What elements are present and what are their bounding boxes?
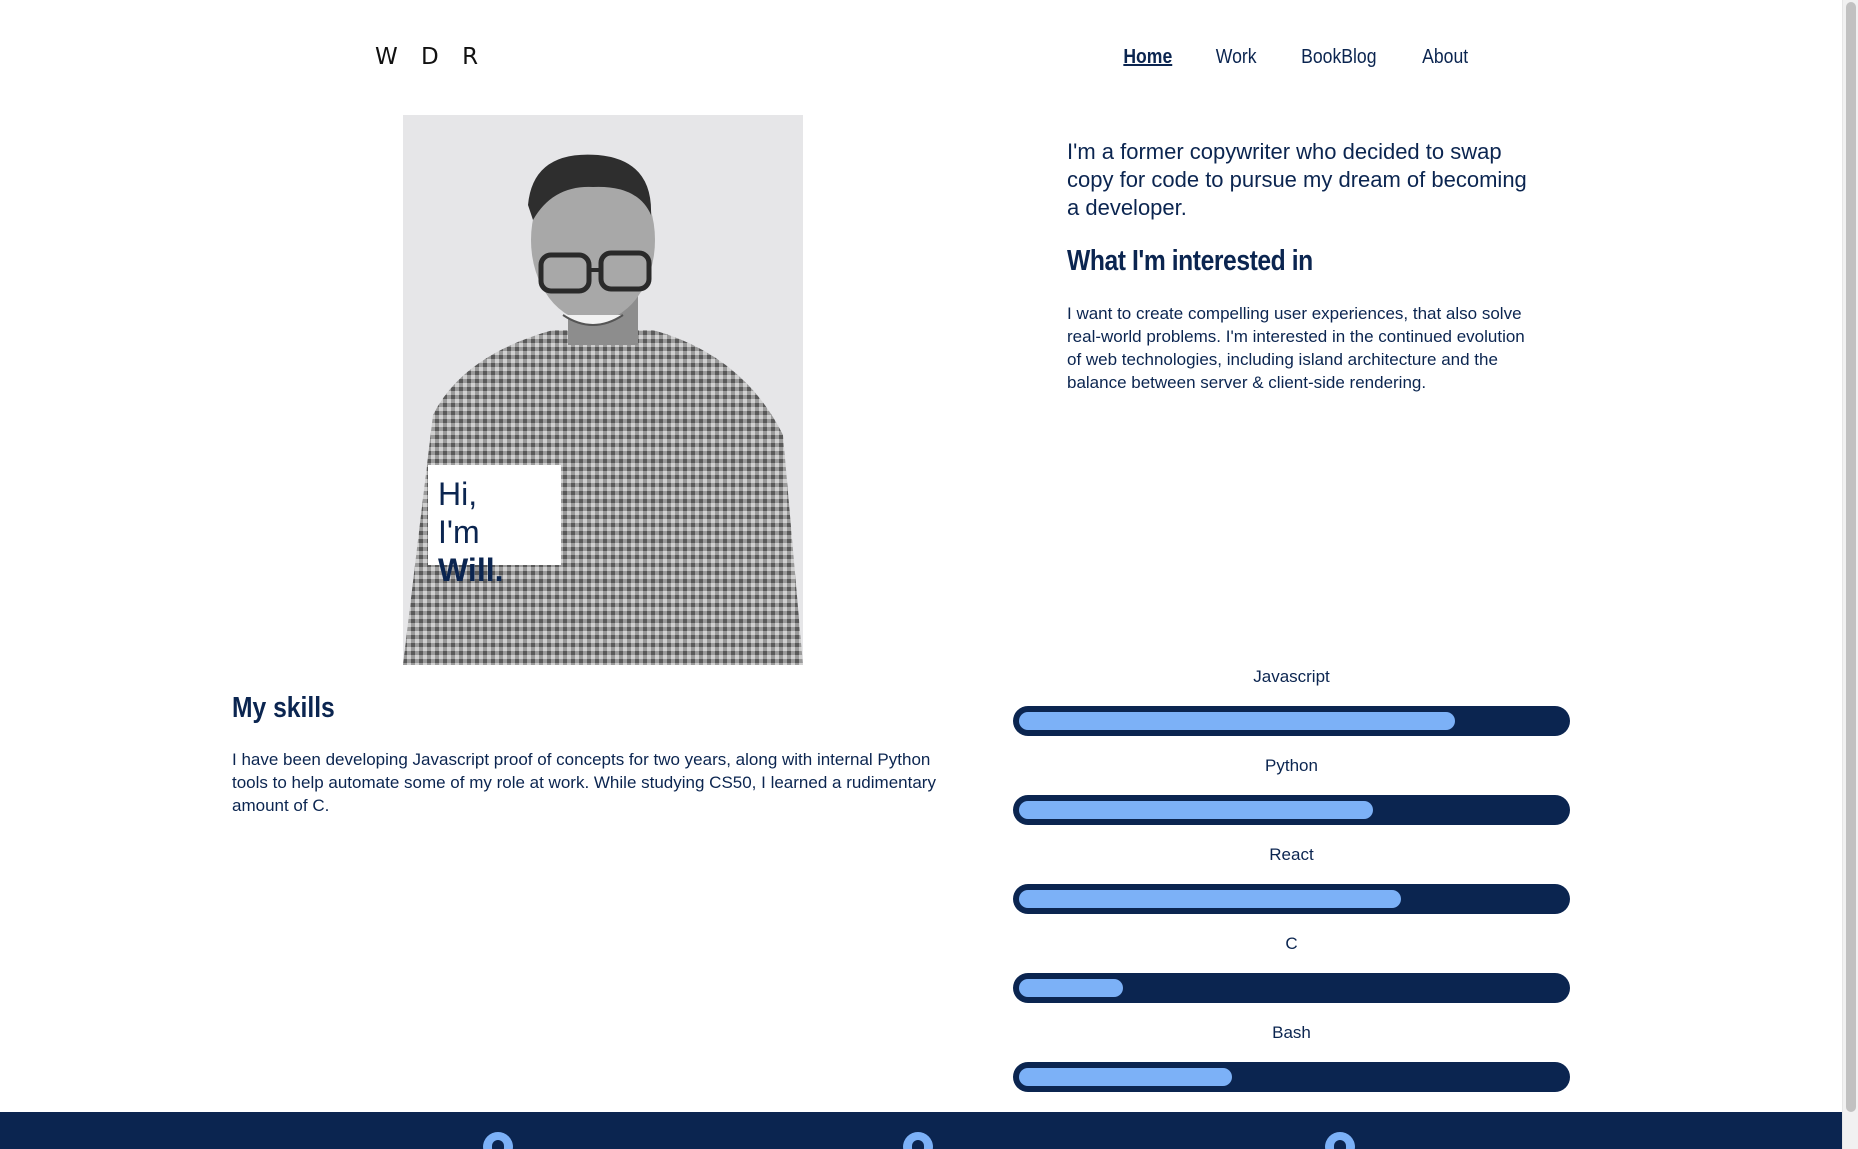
- footer: [0, 1112, 1842, 1149]
- skill-label: React: [1269, 845, 1314, 864]
- greeting-line: Hi,: [438, 476, 478, 512]
- profile-photo: Hi, I'm Will.: [403, 115, 803, 665]
- skill-fill: [1019, 801, 1373, 819]
- skill-fill: [1019, 712, 1455, 730]
- skill-label: C: [1285, 934, 1298, 953]
- page-scrollbar[interactable]: [1842, 0, 1858, 1149]
- skill-fill: [1019, 979, 1123, 997]
- skill-label: Bash: [1272, 1023, 1311, 1042]
- skill-fill: [1019, 890, 1401, 908]
- spotify-icon[interactable]: [1325, 1132, 1355, 1149]
- nav-about[interactable]: About: [1422, 46, 1468, 69]
- github-icon[interactable]: [483, 1132, 513, 1149]
- skill-fill: [1019, 1068, 1232, 1086]
- nav-bookblog[interactable]: BookBlog: [1301, 46, 1376, 69]
- skills-bars: Javascript Python React C Bash: [1013, 665, 1570, 1110]
- skills-heading: My skills: [232, 692, 335, 724]
- scrollbar-thumb[interactable]: [1846, 2, 1856, 1112]
- site-logo[interactable]: W D R: [375, 44, 486, 70]
- nav-work[interactable]: Work: [1216, 46, 1257, 69]
- greeting-name-line: I'm Will.: [438, 513, 551, 589]
- skill-react: React: [1013, 843, 1570, 932]
- greeting-card: Hi, I'm Will.: [428, 465, 561, 588]
- skills-text: I have been developing Javascript proof …: [232, 750, 936, 815]
- skill-c: C: [1013, 932, 1570, 1021]
- skill-python: Python: [1013, 754, 1570, 843]
- linkedin-icon[interactable]: [903, 1132, 933, 1149]
- interests-text: I want to create compelling user experie…: [1067, 304, 1525, 392]
- skill-track: [1013, 706, 1570, 736]
- skill-track: [1013, 973, 1570, 1003]
- skill-bash: Bash: [1013, 1021, 1570, 1110]
- skill-track: [1013, 1062, 1570, 1092]
- skill-track: [1013, 795, 1570, 825]
- skill-label: Javascript: [1253, 667, 1330, 686]
- intro-text: I'm a former copywriter who decided to s…: [1067, 139, 1527, 220]
- greeting-name: Will.: [438, 552, 504, 588]
- skill-track: [1013, 884, 1570, 914]
- interests-heading: What I'm interested in: [1067, 245, 1313, 277]
- greeting-prefix: I'm: [438, 514, 480, 550]
- skill-label: Python: [1265, 756, 1318, 775]
- main-nav: Home Work BookBlog About: [1120, 46, 1471, 69]
- nav-home[interactable]: Home: [1124, 46, 1173, 69]
- skill-javascript: Javascript: [1013, 665, 1570, 754]
